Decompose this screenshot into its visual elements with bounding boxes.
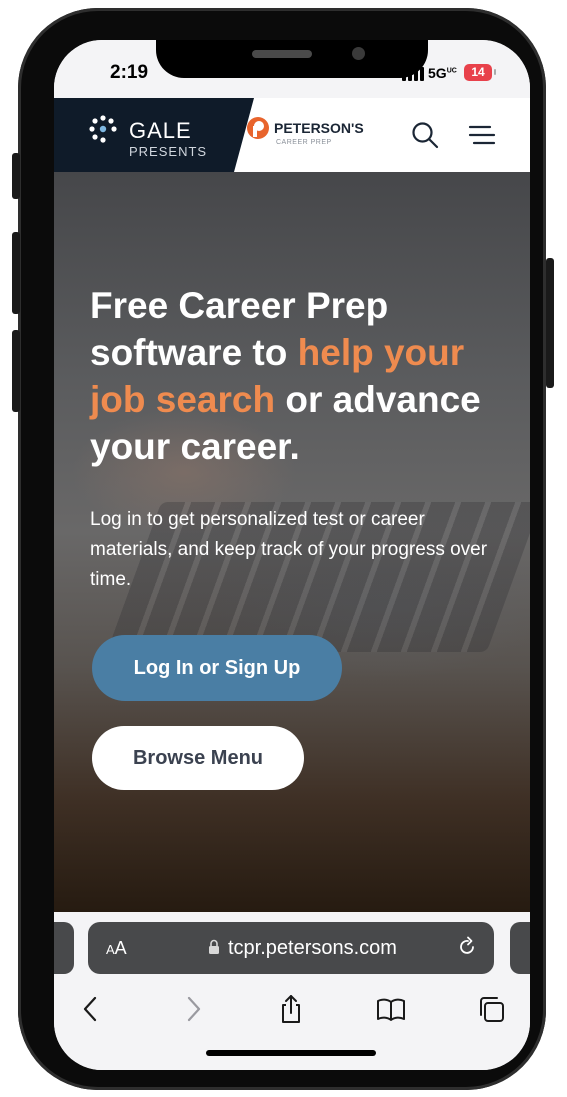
site-header: GALE PRESENTS PETERSON'S CAREER PREP [54, 98, 530, 172]
hero-section: Free Career Prep software to help your j… [54, 172, 530, 922]
next-tab-peek[interactable] [510, 922, 530, 974]
signal-icon [402, 67, 424, 81]
battery-tip [494, 69, 496, 75]
phone-screen: 2:19 5GUC 14 GALE PRESENTS PETERSON'S CA… [54, 40, 530, 1070]
hero-headline: Free Career Prep software to help your j… [90, 285, 481, 467]
notch [156, 40, 428, 78]
gale-title: GALE [129, 118, 192, 143]
gale-logo-icon [89, 115, 117, 143]
petersons-logo-icon[interactable] [246, 116, 270, 140]
notch-speaker [252, 50, 312, 58]
tabs-icon[interactable] [476, 994, 506, 1024]
reload-icon[interactable] [456, 936, 478, 958]
battery-icon: 14 [464, 64, 492, 81]
url-text[interactable]: tcpr.petersons.com [228, 937, 397, 960]
notch-camera [352, 47, 365, 60]
petersons-subtitle: CAREER PREP [276, 139, 332, 146]
phone-power-button [546, 258, 554, 388]
lock-icon [209, 939, 219, 954]
search-icon[interactable] [410, 120, 440, 150]
browse-menu-button[interactable]: Browse Menu [92, 726, 304, 790]
home-indicator[interactable] [206, 1050, 376, 1056]
phone-volume-up [12, 232, 20, 314]
browser-toolbar: AA tcpr.petersons.com [54, 912, 530, 1070]
address-bar[interactable]: AA tcpr.petersons.com [88, 922, 494, 974]
gale-subtitle: PRESENTS [129, 144, 208, 159]
login-signup-button[interactable]: Log In or Sign Up [92, 635, 342, 701]
status-time: 2:19 [110, 62, 149, 83]
network-indicator: 5GUC [428, 65, 457, 81]
phone-side-button [12, 153, 20, 199]
petersons-title[interactable]: PETERSON'S [274, 120, 364, 136]
previous-tab-peek[interactable] [54, 922, 74, 974]
share-icon[interactable] [276, 994, 306, 1024]
reader-text-size-button[interactable]: AA [106, 938, 127, 959]
phone-volume-down [12, 330, 20, 412]
status-bar: 2:19 5GUC 14 [54, 40, 530, 98]
bookmarks-icon[interactable] [376, 994, 406, 1024]
forward-icon[interactable] [178, 994, 208, 1024]
hero-subtext: Log in to get personalized test or caree… [90, 509, 488, 590]
hamburger-menu-icon[interactable] [468, 123, 496, 147]
back-icon[interactable] [76, 994, 106, 1024]
gale-logo[interactable]: GALE PRESENTS [54, 98, 254, 172]
